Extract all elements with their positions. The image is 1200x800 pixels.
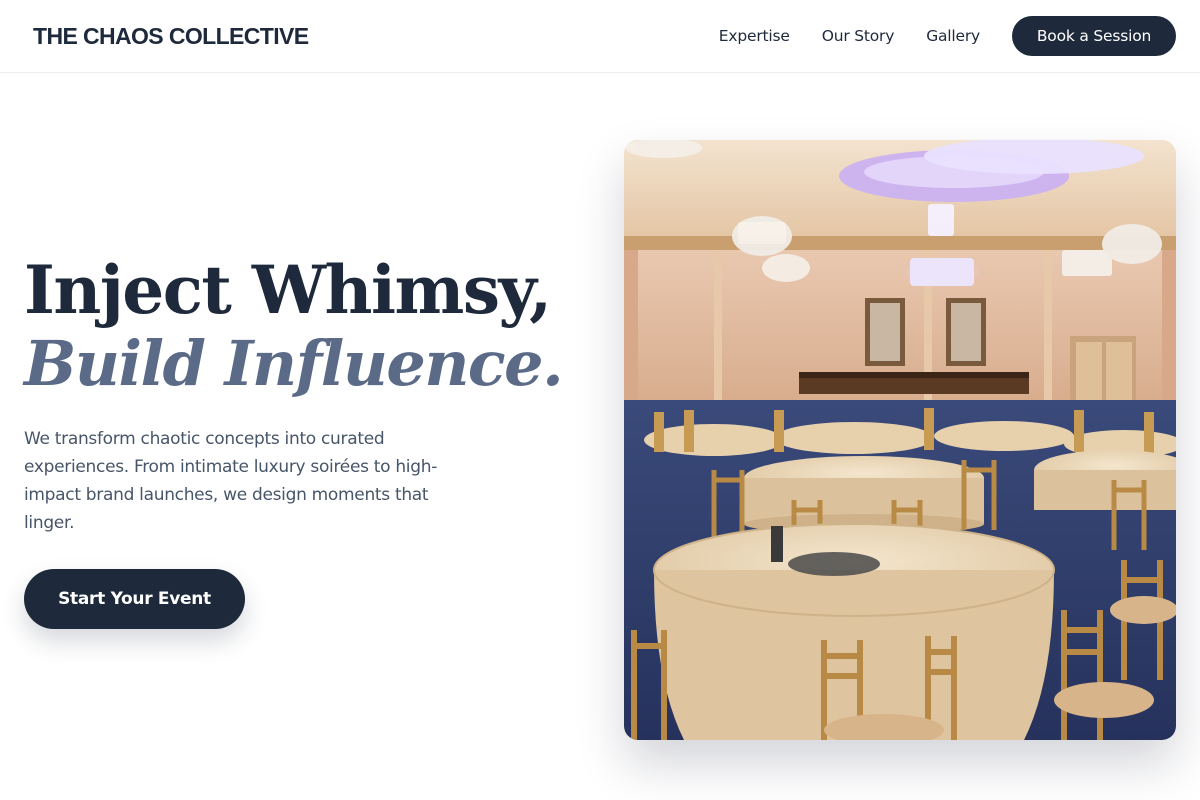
main-nav: Expertise Our Story Gallery Book a Sessi… <box>719 16 1176 56</box>
start-event-button[interactable]: Start Your Event <box>24 569 245 629</box>
nav-link-gallery[interactable]: Gallery <box>926 16 980 56</box>
nav-link-our-story[interactable]: Our Story <box>822 16 895 56</box>
hero-title-line-2: Build Influence. <box>24 327 564 400</box>
hero-ballroom-image <box>624 140 1176 740</box>
book-session-button[interactable]: Book a Session <box>1012 16 1176 56</box>
brand-logo[interactable]: THE CHAOS COLLECTIVE <box>33 21 309 51</box>
nav-link-expertise[interactable]: Expertise <box>719 16 790 56</box>
hero-title-line-1: Inject Whimsy, <box>24 251 552 329</box>
site-header: THE CHAOS COLLECTIVE Expertise Our Story… <box>0 0 1200 73</box>
hero-title: Inject Whimsy, Build Influence. <box>24 252 584 400</box>
hero-description: We transform chaotic concepts into curat… <box>24 429 438 533</box>
